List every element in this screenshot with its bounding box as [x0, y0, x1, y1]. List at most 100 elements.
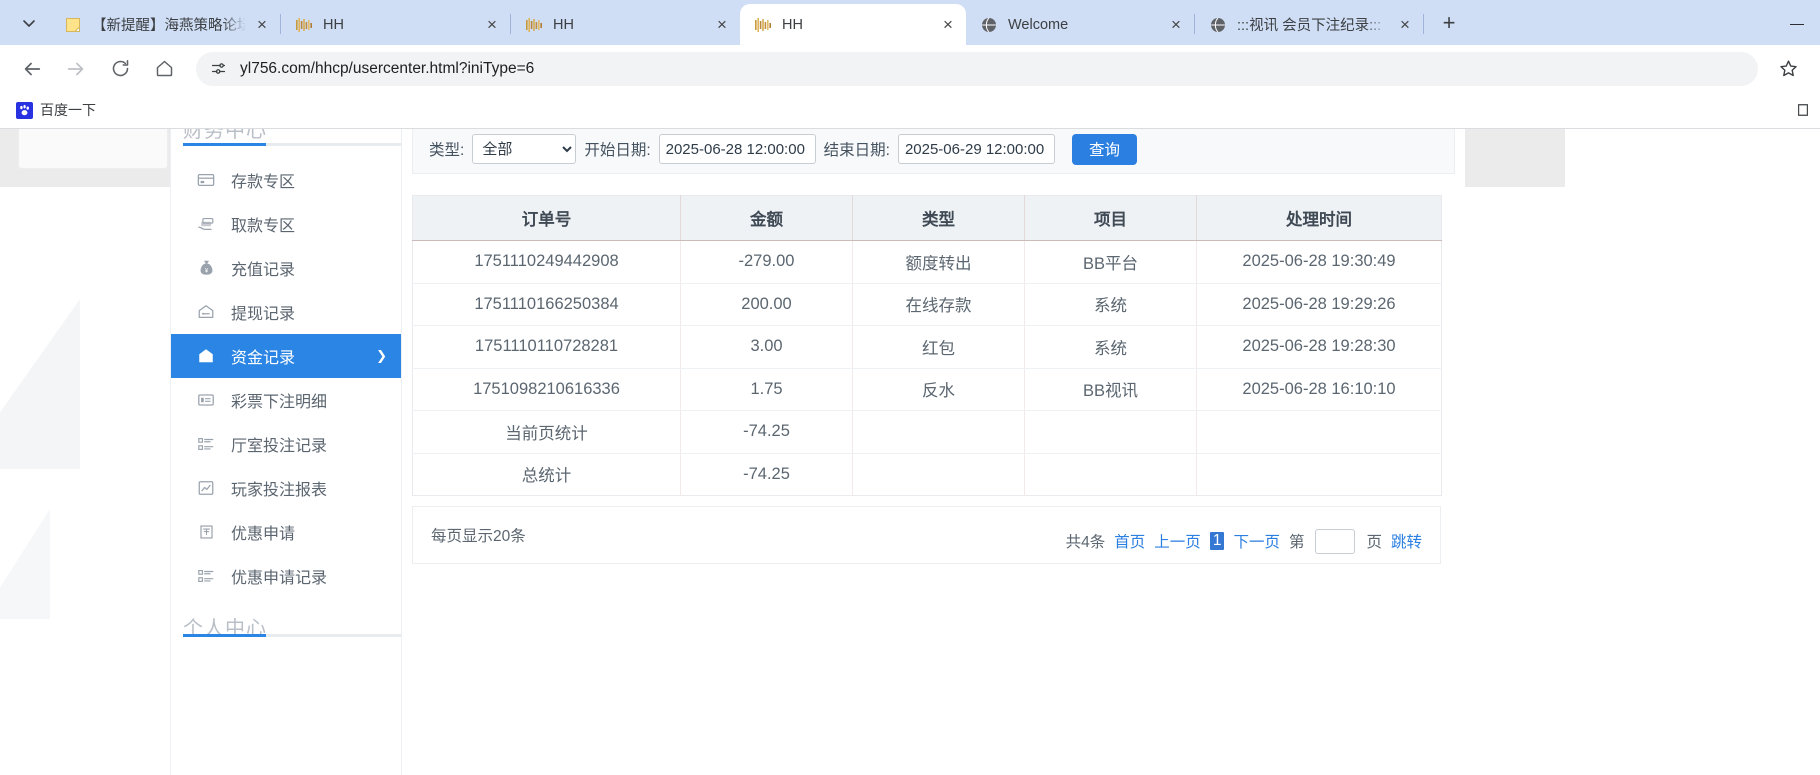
browser-tab[interactable]: Welcome × [966, 4, 1194, 45]
table-row: 1751110166250384 200.00 在线存款 系统 2025-06-… [413, 283, 1442, 326]
tab-close-button[interactable]: × [480, 13, 504, 37]
sidebar-item-withdraw-zone[interactable]: 取款专区 [171, 202, 401, 246]
first-page-link[interactable]: 首页 [1114, 530, 1145, 552]
tab-close-button[interactable]: × [710, 13, 734, 37]
browser-tab[interactable]: :::视讯 会员下注纪录::: × [1195, 4, 1423, 45]
current-page-indicator[interactable]: 1 [1210, 532, 1225, 550]
column-header-item[interactable]: 项目 [1025, 196, 1197, 241]
sidebar-item-label: 存款专区 [231, 168, 295, 192]
cell-order-no: 1751110166250384 [413, 283, 681, 326]
arrow-left-icon [21, 58, 43, 80]
sidebar-item-fund-records[interactable]: 资金记录 ❯ [171, 334, 401, 378]
safe-box-icon [195, 347, 217, 365]
browser-window: 【新提醒】海燕策略论坛综 × HH [0, 0, 1820, 775]
tab-separator [1423, 14, 1424, 34]
end-date-input[interactable] [898, 134, 1055, 164]
prev-page-link[interactable]: 上一页 [1154, 530, 1201, 552]
tab-title: HH [323, 17, 476, 33]
bookmark-label: 百度一下 [40, 100, 96, 120]
pagination-bar: 每页显示20条 共4条 首页 上一页 1 下一页 第 页 跳转 [412, 506, 1441, 564]
cell-empty [853, 453, 1025, 496]
cell-amount: 200.00 [681, 283, 853, 326]
start-date-input[interactable] [659, 134, 816, 164]
cell-order-no: 1751110110728281 [413, 326, 681, 369]
type-filter-label: 类型: [429, 138, 464, 160]
address-bar[interactable]: yl756.com/hhcp/usercenter.html?iniType=6 [196, 52, 1758, 86]
new-tab-button[interactable]: + [1432, 6, 1466, 40]
tab-close-button[interactable]: × [936, 13, 960, 37]
tab-title: HH [782, 17, 932, 33]
jump-page-input[interactable] [1315, 529, 1355, 554]
cell-empty [1025, 453, 1197, 496]
type-filter-select[interactable]: 全部 [472, 134, 576, 164]
sidebar-item-deposit-zone[interactable]: 存款专区 [171, 158, 401, 202]
sidebar-item-label: 提现记录 [231, 300, 295, 324]
bookmarks-overflow-button[interactable] [1792, 99, 1814, 121]
minimize-button[interactable]: — [1774, 0, 1820, 45]
sidebar-item-lottery-bet-detail[interactable]: 彩票下注明细 [171, 378, 401, 422]
cell-item: BB视讯 [1025, 368, 1197, 411]
forward-button[interactable] [59, 52, 93, 86]
chevron-down-icon [21, 15, 37, 31]
sidebar-item-promo-apply[interactable]: 优惠申请 [171, 510, 401, 554]
reload-button[interactable] [103, 52, 137, 86]
column-header-type[interactable]: 类型 [853, 196, 1025, 241]
money-bag-icon: ¥ [195, 259, 217, 277]
star-icon [1778, 58, 1799, 79]
cell-process-time: 2025-06-28 19:30:49 [1197, 241, 1442, 284]
baidu-paw-icon [16, 102, 33, 119]
pagination-controls: 共4条 首页 上一页 1 下一页 第 页 跳转 [1066, 529, 1422, 554]
chevron-right-icon: ❯ [376, 348, 387, 364]
list-detail-icon [195, 435, 217, 453]
table-row: 1751110110728281 3.00 红包 系统 2025-06-28 1… [413, 326, 1442, 369]
bookmark-star-button[interactable] [1771, 52, 1805, 86]
page-viewport: 财务中心 存款专区 [0, 129, 1820, 775]
page-top-card-left [18, 129, 168, 169]
sidebar-item-label: 充值记录 [231, 256, 295, 280]
tab-search-button[interactable] [8, 6, 50, 40]
column-header-process-time[interactable]: 处理时间 [1197, 196, 1442, 241]
jump-button[interactable]: 跳转 [1391, 530, 1422, 552]
browser-tab[interactable]: HH × [281, 4, 510, 45]
list-card-icon [195, 391, 217, 409]
sidebar-item-recharge-records[interactable]: ¥ 充值记录 [171, 246, 401, 290]
tab-title: :::视讯 会员下注纪录::: [1237, 14, 1389, 35]
cell-amount: 1.75 [681, 368, 853, 411]
sidebar-item-player-bet-report[interactable]: 玩家投注报表 [171, 466, 401, 510]
cell-amount: -279.00 [681, 241, 853, 284]
cell-type: 反水 [853, 368, 1025, 411]
cell-process-time: 2025-06-28 19:29:26 [1197, 283, 1442, 326]
tune-icon[interactable] [204, 55, 232, 83]
browser-tab[interactable]: 【新提醒】海燕策略论坛综 × [50, 4, 280, 45]
sidebar-item-promo-apply-records[interactable]: 优惠申请记录 [171, 554, 401, 598]
column-header-amount[interactable]: 金额 [681, 196, 853, 241]
column-header-order-no[interactable]: 订单号 [413, 196, 681, 241]
end-date-label: 结束日期: [824, 138, 890, 160]
sidebar-item-withdraw-records[interactable]: 提现记录 [171, 290, 401, 334]
query-button[interactable]: 查询 [1072, 134, 1137, 165]
tab-close-button[interactable]: × [1164, 13, 1188, 37]
bookmarks-bar: 百度一下 [0, 92, 1820, 128]
start-date-label: 开始日期: [584, 138, 650, 160]
window-controls: — [1774, 0, 1820, 45]
sidebar-item-label: 玩家投注报表 [231, 476, 327, 500]
bookmark-item[interactable]: 百度一下 [8, 96, 104, 124]
tab-close-button[interactable]: × [250, 13, 274, 37]
cell-empty [1197, 411, 1442, 454]
tab-title: 【新提醒】海燕策略论坛综 [92, 14, 246, 35]
tab-strip: 【新提醒】海燕策略论坛综 × HH [0, 0, 1820, 45]
back-button[interactable] [15, 52, 49, 86]
cell-type: 额度转出 [853, 241, 1025, 284]
browser-tab[interactable]: HH × [511, 4, 740, 45]
hh-icon [525, 16, 543, 34]
withdraw-icon [195, 303, 217, 321]
browser-tab-active[interactable]: HH × [740, 4, 966, 45]
sidebar-heading-underline [183, 634, 401, 637]
sidebar-item-hall-bet-records[interactable]: 厅室投注记录 [171, 422, 401, 466]
sidebar-item-label: 彩票下注明细 [231, 388, 327, 412]
home-button[interactable] [147, 52, 181, 86]
next-page-link[interactable]: 下一页 [1233, 530, 1280, 552]
hh-icon [295, 16, 313, 34]
tab-close-button[interactable]: × [1393, 13, 1417, 37]
sidebar: 财务中心 存款专区 [170, 129, 402, 775]
